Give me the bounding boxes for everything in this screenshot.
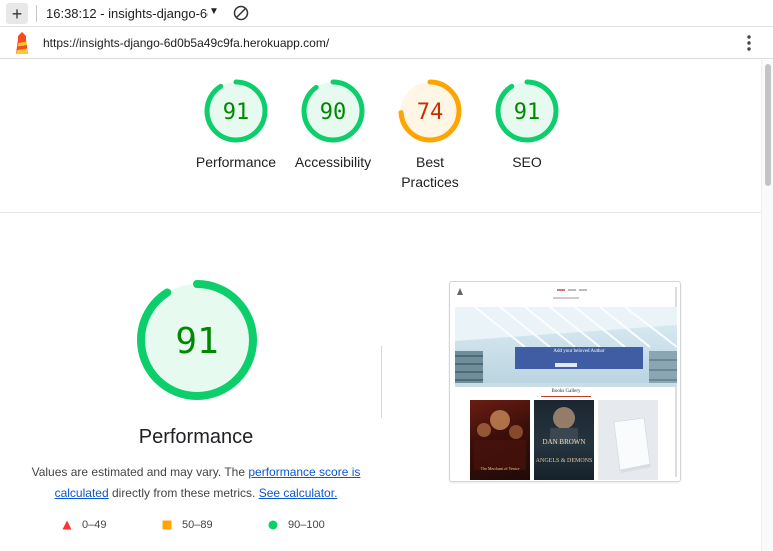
- nav-link: [568, 289, 576, 291]
- clear-icon[interactable]: [233, 5, 249, 21]
- lighthouse-logo-icon: [16, 32, 28, 54]
- legend-range: 90–100: [288, 519, 325, 531]
- screenshot-navbar: [453, 285, 679, 477]
- nav-link: [557, 289, 565, 291]
- score-summary: 91 Performance 90 Accessibility 74 Best …: [0, 60, 761, 213]
- performance-gauge: 91: [137, 280, 257, 400]
- new-report-button[interactable]: +: [6, 3, 28, 24]
- description-text: Values are estimated and may vary. The: [31, 465, 249, 479]
- report-session-select[interactable]: 16:38:12 - insights-django-6d0b5a49c9fa.…: [46, 6, 208, 21]
- square-icon: [162, 520, 172, 530]
- gauge-seo[interactable]: 91 SEO: [472, 78, 582, 172]
- gauge-ring: 90: [301, 79, 365, 143]
- toolbar-divider: [36, 5, 37, 22]
- page-screenshot[interactable]: Add your beloved Author Books Gallery Th…: [449, 281, 681, 482]
- book-cover: [598, 400, 658, 480]
- description-text: directly from these metrics.: [108, 486, 259, 500]
- screenshot-content: Add your beloved Author Books Gallery Th…: [453, 285, 679, 480]
- legend-range: 0–49: [82, 519, 107, 531]
- gauge-best-practices[interactable]: 74 Best Practices: [375, 78, 485, 192]
- book-cover: DAN BROWN ANGELS & DEMONS: [534, 400, 594, 480]
- gauge-accessibility[interactable]: 90 Accessibility: [278, 78, 388, 172]
- gauge-score: 91: [223, 100, 250, 125]
- scrollbar-thumb[interactable]: [765, 64, 771, 186]
- hero-button: [555, 363, 577, 367]
- performance-description: Values are estimated and may vary. The p…: [26, 462, 366, 504]
- caret-down-icon[interactable]: ▼: [209, 6, 219, 17]
- legend-range: 50–89: [182, 519, 213, 531]
- book-author: DAN BROWN: [542, 438, 586, 446]
- triangle-icon: [62, 520, 72, 530]
- gauge-ring: 74: [398, 79, 462, 143]
- legend-pass: 90–100: [268, 519, 325, 531]
- gauge-label: Accessibility: [294, 154, 372, 170]
- score-legend: 0–49 50–89 90–100: [62, 519, 362, 535]
- gauge-score: 90: [320, 100, 347, 125]
- gauge-label: Performance: [195, 154, 277, 170]
- gauge-ring: 91: [495, 79, 559, 143]
- devtools-toolbar: + 16:38:12 - insights-django-6d0b5a49c9f…: [0, 0, 773, 27]
- book-cover: The Merchant of Venice: [470, 400, 530, 480]
- gauge-score: 91: [514, 100, 541, 125]
- performance-section: 91 Performance Values are estimated and …: [0, 214, 761, 551]
- screenshot-hero: Add your beloved Author: [455, 307, 677, 387]
- see-calculator-link[interactable]: See calculator.: [259, 486, 338, 500]
- legend-fail: 0–49: [62, 519, 106, 531]
- book-cover-art: [598, 400, 658, 480]
- gauge-performance[interactable]: 91 Performance: [181, 78, 291, 172]
- report-url[interactable]: https://insights-django-6d0b5a49c9fa.her…: [43, 36, 329, 50]
- nav-subtitle: [553, 297, 579, 299]
- gallery-underline: [541, 396, 591, 397]
- hero-title: Add your beloved Author: [553, 349, 605, 354]
- gauge-label: SEO: [512, 154, 542, 170]
- more-options-icon[interactable]: [741, 33, 757, 53]
- book-title: The Merchant of Venice: [480, 466, 520, 471]
- legend-average: 50–89: [162, 519, 213, 531]
- section-divider: [381, 346, 382, 418]
- gauge-score: 74: [417, 100, 444, 125]
- gauge-ring: 91: [204, 79, 268, 143]
- performance-title: Performance: [138, 426, 254, 448]
- report-url-bar: https://insights-django-6d0b5a49c9fa.her…: [0, 27, 773, 59]
- book-title: ANGELS & DEMONS: [535, 458, 593, 464]
- site-logo-icon: [457, 288, 463, 295]
- performance-score: 91: [175, 321, 218, 362]
- nav-link: [579, 289, 587, 291]
- gauge-label: Best Practices: [401, 154, 459, 190]
- gallery-title: Books Gallery: [551, 389, 581, 394]
- scrollbar[interactable]: [761, 60, 773, 551]
- circle-icon: [268, 520, 278, 530]
